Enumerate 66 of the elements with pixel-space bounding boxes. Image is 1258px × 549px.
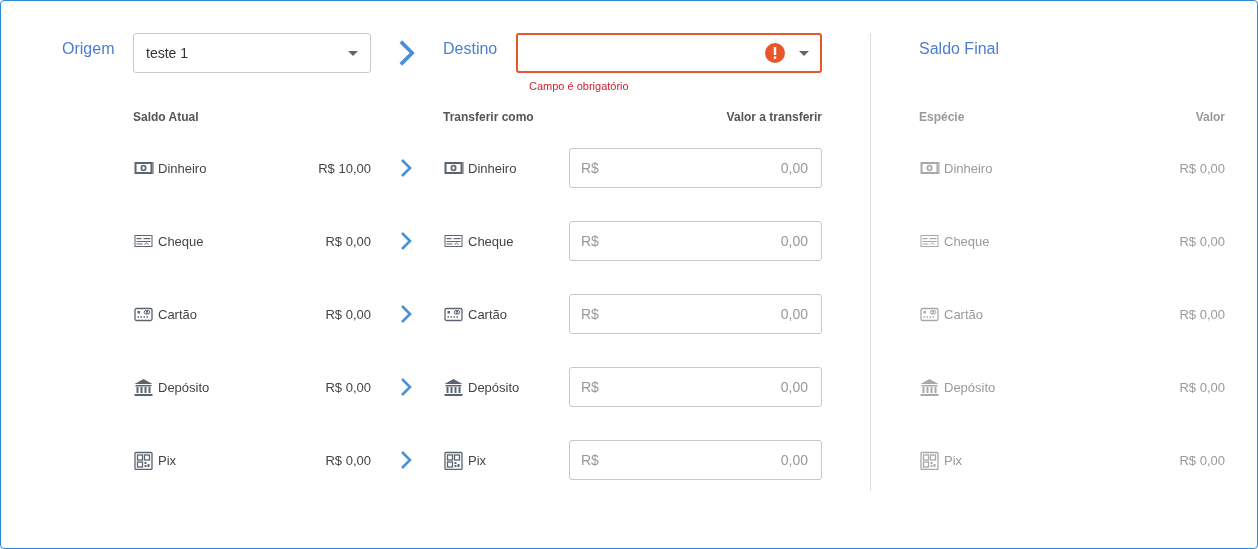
column-header: Saldo Atual	[133, 110, 199, 124]
species-name: Cartão	[944, 306, 984, 322]
species-name: Depósito	[944, 379, 996, 395]
final-value: R$ 0,00	[1179, 379, 1225, 395]
currency-prefix: R$	[581, 306, 599, 322]
bank-icon	[133, 377, 154, 397]
species-name: Pix	[158, 452, 177, 468]
origin-select[interactable]: teste 1	[133, 33, 371, 73]
species-name: Cartão	[468, 306, 508, 322]
amount-input[interactable]: 0,00	[598, 378, 810, 396]
balance-value: R$ 0,00	[325, 452, 371, 468]
balance-value: R$ 0,00	[325, 233, 371, 249]
amount-field[interactable]: R$ 0,00	[569, 148, 822, 188]
currency-prefix: R$	[581, 452, 599, 468]
amount-input[interactable]: 0,00	[598, 305, 810, 323]
chevron-icon	[400, 376, 412, 398]
qr-code-icon	[919, 450, 940, 470]
species-name: Depósito	[468, 379, 520, 395]
column-header: Transferir como	[443, 110, 534, 124]
amount-field[interactable]: R$ 0,00	[569, 440, 822, 480]
amount-field[interactable]: R$ 0,00	[569, 367, 822, 407]
species-name: Pix	[944, 452, 963, 468]
currency-prefix: R$	[581, 233, 599, 249]
qr-code-icon	[133, 450, 154, 470]
species-name: Dinheiro	[158, 160, 207, 176]
balance-value: R$ 0,00	[325, 306, 371, 322]
column-header: Valor	[1195, 110, 1225, 124]
currency-prefix: R$	[581, 160, 599, 176]
amount-input[interactable]: 0,00	[598, 232, 810, 250]
species-name: Cheque	[158, 233, 204, 249]
amount-input[interactable]: 0,00	[598, 451, 810, 469]
origin-label: Origem	[62, 40, 115, 57]
amount-field[interactable]: R$ 0,00	[569, 294, 822, 334]
error-message: Campo é obrigatório	[529, 80, 629, 92]
chevron-icon	[400, 157, 412, 179]
bank-icon	[443, 377, 464, 397]
final-value: R$ 0,00	[1179, 160, 1225, 176]
bank-icon	[919, 377, 940, 397]
final-value: R$ 0,00	[1179, 233, 1225, 249]
destination-select[interactable]	[516, 33, 822, 73]
species-name: Cheque	[944, 233, 990, 249]
qr-code-icon	[443, 450, 464, 470]
section-title: Saldo Final	[919, 40, 1000, 57]
caret-icon	[348, 50, 358, 56]
chevron-icon	[397, 38, 415, 68]
chevron-icon	[400, 303, 412, 325]
final-value: R$ 0,00	[1179, 452, 1225, 468]
species-name: Dinheiro	[944, 160, 993, 176]
species-name: Cheque	[468, 233, 514, 249]
final-value: R$ 0,00	[1179, 306, 1225, 322]
chevron-icon	[400, 449, 412, 471]
species-name: Cartão	[158, 306, 198, 322]
amount-input[interactable]: 0,00	[598, 159, 810, 177]
species-name: Pix	[468, 452, 487, 468]
amount-field[interactable]: R$ 0,00	[569, 221, 822, 261]
error-icon	[765, 43, 785, 63]
column-header: Valor a transferir	[726, 110, 822, 124]
species-name: Depósito	[158, 379, 210, 395]
species-name: Dinheiro	[468, 160, 517, 176]
destination-label: Destino	[443, 39, 499, 59]
caret-icon	[799, 50, 809, 56]
balance-value: R$ 10,00	[318, 160, 371, 176]
column-header: Espécie	[919, 110, 965, 124]
balance-value: R$ 0,00	[325, 379, 371, 395]
currency-prefix: R$	[581, 379, 599, 395]
chevron-icon	[400, 230, 412, 252]
